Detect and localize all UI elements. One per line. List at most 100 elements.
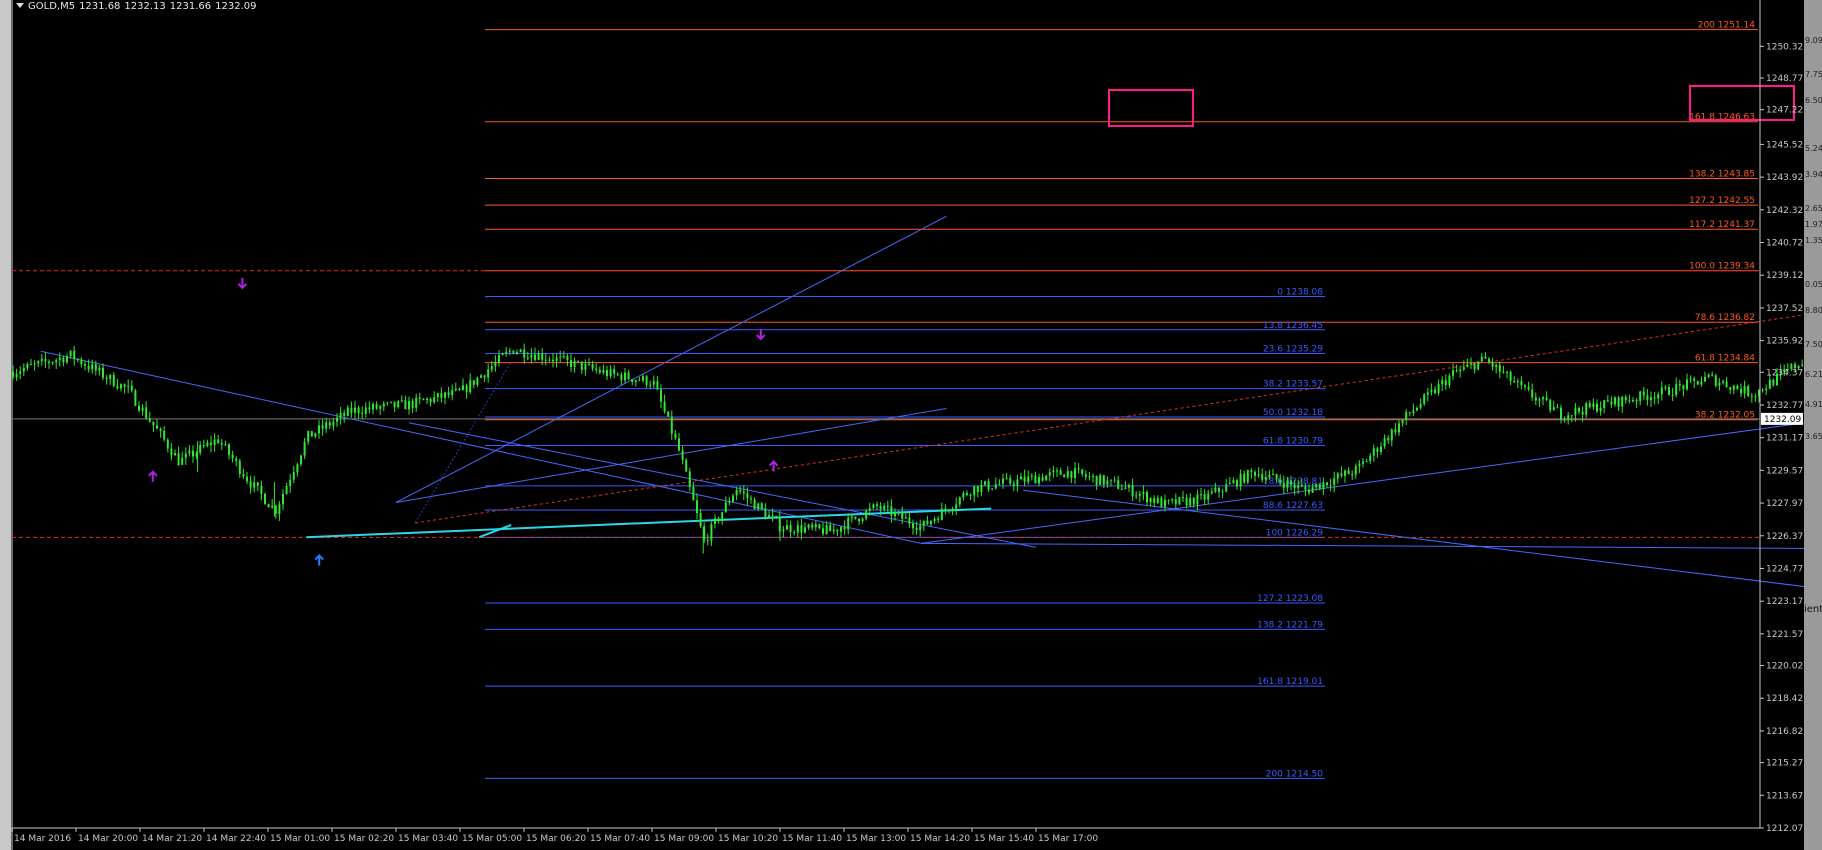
candle-body <box>1099 475 1102 485</box>
candle-body <box>1689 378 1692 380</box>
candle-body <box>235 458 238 461</box>
candle-body <box>696 500 698 514</box>
open-price: 1231.68 <box>79 1 121 12</box>
candle-body <box>152 421 155 426</box>
current-price-label: 1232.09 <box>1764 415 1801 425</box>
candle-body <box>1156 497 1159 503</box>
candle-body <box>670 416 673 434</box>
candle-body <box>879 506 882 510</box>
candle-body <box>771 515 774 517</box>
candle-body <box>404 400 407 410</box>
candle-body <box>699 513 702 527</box>
candle-body <box>454 388 457 391</box>
candle-body <box>512 350 515 354</box>
candle-body <box>51 362 54 364</box>
candle-body <box>1423 394 1426 405</box>
candle-body <box>1441 380 1444 385</box>
candle-body <box>1038 477 1040 484</box>
fib-blue-level-label: 200 1214.50 <box>1266 769 1324 779</box>
candle-body <box>674 433 677 439</box>
candle-body <box>192 450 194 457</box>
candle-body <box>1138 493 1141 496</box>
candle-body <box>264 493 266 505</box>
candle-body <box>1282 482 1285 488</box>
candle-body <box>314 433 317 437</box>
candle-body <box>1704 376 1706 382</box>
candle-body <box>282 494 284 505</box>
candle-body <box>80 359 83 365</box>
candle-body <box>321 425 324 429</box>
fib-red-level-label: 161.8 1246.63 <box>1689 113 1755 123</box>
candle-body <box>1275 474 1278 480</box>
candle-body <box>1034 475 1037 484</box>
candle-body <box>505 351 508 354</box>
price-tick-label: 1221.57 <box>1766 630 1803 640</box>
candle-body <box>1754 396 1757 398</box>
candle-body <box>462 385 464 391</box>
candle-body <box>1603 400 1606 409</box>
candle-body <box>944 508 947 510</box>
candle-body <box>1362 461 1364 464</box>
adjacent-window-value: 0.05 <box>1805 280 1822 289</box>
candle-body <box>908 517 911 524</box>
candle-body <box>1074 468 1076 479</box>
low-price: 1231.66 <box>169 1 212 12</box>
candle-body <box>174 453 176 456</box>
candle-body <box>494 361 497 367</box>
adjacent-window-value: 1.97 <box>1805 220 1822 229</box>
candle-body <box>1585 403 1588 415</box>
price-chart[interactable]: 200 1251.14 161.8 1246.63 138.2 1243.85 127… <box>0 0 1822 850</box>
candle-body <box>1729 387 1732 390</box>
candle-body <box>588 363 590 365</box>
candle-body <box>1048 472 1051 476</box>
candle-body <box>58 357 61 361</box>
candle-body <box>508 350 511 352</box>
candle-body <box>238 460 241 474</box>
markers-layer <box>148 277 779 566</box>
candle-body <box>40 358 43 362</box>
candle-body <box>1239 473 1242 487</box>
candle-body <box>1416 407 1418 411</box>
candle-body <box>1462 366 1465 370</box>
candle-body <box>724 502 727 513</box>
candle-body <box>685 460 688 472</box>
candle-body <box>631 379 634 382</box>
candle-body <box>1700 381 1703 385</box>
candle-body <box>55 360 58 363</box>
candle-body <box>444 392 446 398</box>
candle-body <box>890 506 893 517</box>
candle-body <box>1610 401 1613 405</box>
chart-window[interactable]: 200 1251.14 161.8 1246.63 138.2 1243.85 127… <box>0 0 1822 850</box>
time-tick-label: 15 Mar 09:00 <box>654 834 714 844</box>
candle-body <box>1801 364 1804 366</box>
candle-body <box>660 389 662 402</box>
candle-body <box>48 361 50 363</box>
candle-body <box>638 380 641 382</box>
candle-body <box>1005 477 1008 479</box>
candle-body <box>926 520 929 525</box>
candle-body <box>1430 389 1433 393</box>
candle-body <box>876 504 878 507</box>
time-tick-label: 15 Mar 01:00 <box>270 834 330 844</box>
candle-body <box>865 510 868 519</box>
candle-body <box>1124 487 1127 490</box>
candle-body <box>228 444 230 455</box>
candle-body <box>397 401 400 408</box>
candle-body <box>285 486 288 495</box>
candle-body <box>843 526 846 530</box>
candle-body <box>73 350 76 360</box>
candle-body <box>526 357 529 359</box>
candle-body <box>1419 404 1422 408</box>
chart-menu-triangle-icon[interactable] <box>16 3 24 8</box>
candle-body <box>267 504 270 508</box>
candle-body <box>940 508 943 521</box>
candle-body <box>458 388 461 391</box>
candle-body <box>408 400 410 410</box>
candle-body <box>652 381 655 385</box>
time-tick-label: 15 Mar 03:40 <box>398 834 458 844</box>
candle-body <box>1736 385 1739 389</box>
candle-body <box>231 454 234 459</box>
candle-body <box>793 532 796 534</box>
candle-body <box>1534 397 1537 401</box>
candle-body <box>1369 455 1372 462</box>
